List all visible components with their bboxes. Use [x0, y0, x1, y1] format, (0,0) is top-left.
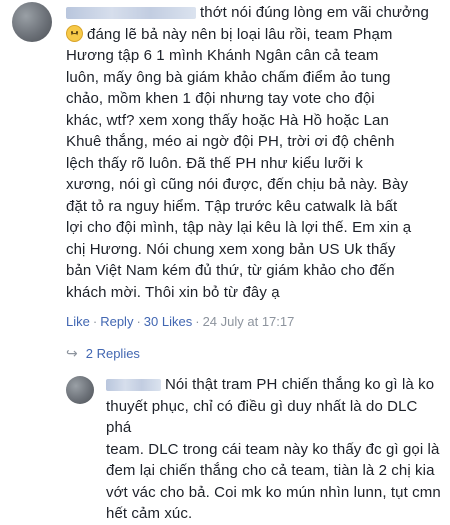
avatar[interactable] — [12, 2, 52, 42]
comment-actions: Like · Reply · 30 Likes · 24 July at 17:17 — [66, 314, 294, 329]
separator: · — [195, 314, 200, 329]
comment-line: xương, nói gì cũng nói được, đến chịu bả… — [66, 176, 409, 193]
likes-count[interactable]: 30 Likes — [144, 314, 192, 329]
comment-line: Khuê thắng, méo ai ngờ đội PH, trời ơi đ… — [66, 133, 395, 150]
comment-line: khác, wtf? xem xong thấy hoặc Hà Hồ hoặc… — [66, 111, 389, 129]
comment-text: thớt nói đúng lòng em vãi chưởng đáng lẽ… — [66, 2, 446, 303]
comment-line: lợi cho đội mình, tập này lại kêu là lợi… — [66, 219, 412, 236]
reply-button[interactable]: Reply — [100, 314, 133, 329]
comment-line: khách mời. Thôi xin bỏ từ đây ạ — [66, 283, 280, 301]
reply-arrow-icon: ↪ — [66, 345, 78, 361]
view-replies-link[interactable]: ↪ 2 Replies — [66, 345, 140, 362]
commenter-name[interactable] — [66, 7, 196, 20]
replies-count[interactable]: 2 Replies — [86, 346, 140, 361]
commenter-name[interactable] — [106, 379, 161, 392]
sad-face-icon — [66, 24, 83, 42]
separator: · — [136, 314, 141, 329]
comment-line: lệch thấy rõ luôn. Đã thế PH như kiểu lư… — [66, 154, 363, 172]
comment-line: luôn, mấy ông bà giám khảo chấm điểm ảo … — [66, 68, 391, 86]
comment-line: team. DLC trong cái team này ko thấy đc … — [106, 440, 440, 458]
comment-line: chị Hương. Nói chung xem xong bản US Uk … — [66, 240, 396, 258]
comment-line: đem lại chiến thắng cho cả team, tiàn là… — [106, 462, 435, 479]
comment-line: đặt tỏ ra nguy hiểm. Tập trước kêu catwa… — [66, 197, 398, 215]
comment-line: thớt nói đúng lòng em vãi chưởng — [66, 2, 446, 24]
comment-line: Nói thật tram PH chiến thắng ko gì là ko — [106, 374, 446, 396]
comment-line: đáng lẽ bả này nên bị loại lâu rồi, team… — [66, 24, 446, 46]
timestamp[interactable]: 24 July at 17:17 — [203, 314, 295, 329]
comment-line: vớt vác cho bả. Coi mk ko mún nhìn lunn,… — [106, 483, 441, 501]
comment-line: thuyết phục, chỉ có điều gì duy nhất là … — [106, 397, 418, 437]
comment-text: Nói thật tram PH chiến thắng ko gì là ko… — [106, 374, 446, 525]
comment-line: Hương tập 6 1 mình Khánh Ngân cân cả tea… — [66, 47, 379, 64]
comment-line: chảo, mồm khen 1 đội nhưng tay vote cho … — [66, 90, 375, 107]
like-button[interactable]: Like — [66, 314, 90, 329]
comment-line: bản Việt Nam kém đủ thứ, từ giám khảo ch… — [66, 262, 395, 279]
separator: · — [92, 314, 98, 329]
avatar[interactable] — [66, 376, 94, 404]
